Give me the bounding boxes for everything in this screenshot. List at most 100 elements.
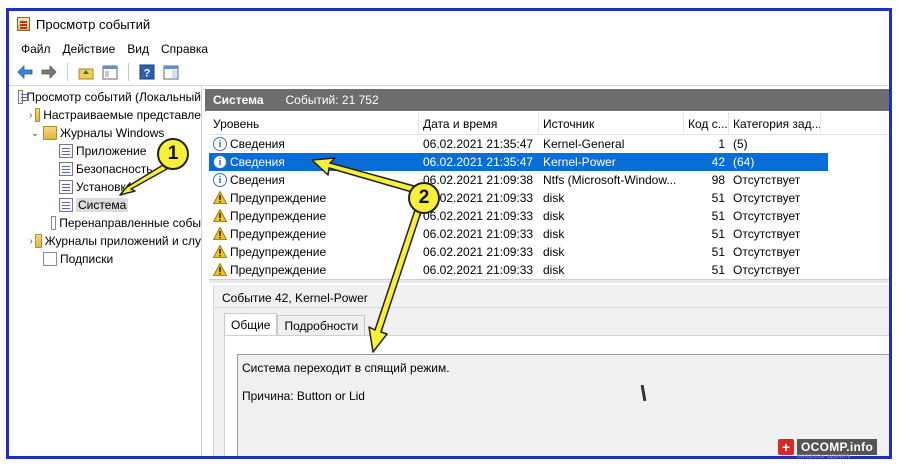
cell-date: 06.02.2021 21:35:47 <box>423 137 534 151</box>
detail-tabs: Общие Подробности <box>224 313 366 335</box>
table-row[interactable]: Предупреждение 06.02.2021 21:09:33 disk 51 О… <box>209 207 889 225</box>
log-header: Система Событий: 21 752 <box>205 89 889 111</box>
table-row[interactable]: Предупреждение 06.02.2021 21:09:33 disk 51 О… <box>209 261 889 279</box>
tree-item[interactable]: Подписки <box>9 250 201 268</box>
tree-item-label: Установка <box>76 180 133 194</box>
cell-level: Предупреждение <box>209 245 419 259</box>
table-row[interactable]: Предупреждение 06.02.2021 21:09:33 disk 51 О… <box>209 243 889 261</box>
window-frame: Просмотр событий Файл Действие Вид Справ… <box>6 8 892 459</box>
tab-general[interactable]: Общие <box>224 313 278 335</box>
cell-source: disk <box>543 191 565 205</box>
document-icon <box>43 252 57 266</box>
info-icon: i <box>213 173 227 187</box>
document-icon <box>50 216 57 230</box>
menu-file[interactable]: Файл <box>15 42 57 56</box>
svg-text:?: ? <box>144 68 151 80</box>
column-code[interactable]: Код с... <box>684 113 729 135</box>
menu-view[interactable]: Вид <box>121 42 155 56</box>
cell-source: disk <box>543 209 565 223</box>
log-icon <box>59 198 73 212</box>
watermark-subtext: вопросы админу <box>797 453 851 460</box>
cell-category: Отсутствует <box>733 173 801 187</box>
properties-icon[interactable] <box>100 62 120 82</box>
table-row[interactable]: i Сведения 06.02.2021 21:09:38 Ntfs (Micros… <box>209 171 889 189</box>
chevron-right-icon[interactable]: › <box>29 235 33 247</box>
tree-item[interactable]: Перенаправленные собы <box>9 214 201 232</box>
column-date[interactable]: Дата и время <box>419 113 539 135</box>
warning-icon <box>212 209 228 223</box>
back-arrow-icon[interactable] <box>15 62 35 82</box>
cell-category: Отсутствует <box>733 227 801 241</box>
cell-category: (5) <box>733 137 748 151</box>
info-icon: i <box>213 137 227 151</box>
chevron-right-icon[interactable]: › <box>29 109 33 121</box>
cell-level: Предупреждение <box>209 209 419 223</box>
cell-code: 51 <box>711 209 725 223</box>
column-source[interactable]: Источник <box>539 113 684 135</box>
folder-icon <box>43 126 57 140</box>
tree-item-label: Настраиваемые представле <box>43 108 201 122</box>
event-details-title: Событие 42, Kernel-Power <box>222 291 368 305</box>
watermark: + OCOMP.info вопросы админу <box>778 438 878 460</box>
event-message: Система переходит в спящий режим. <box>242 361 450 375</box>
tree-item-label: Подписки <box>60 252 114 266</box>
log-icon <box>59 180 73 194</box>
tree-item-label: Перенаправленные собы <box>59 216 201 230</box>
folder-icon <box>34 108 41 122</box>
toolbar: ? <box>9 60 889 84</box>
tab-details[interactable]: Подробности <box>277 315 366 335</box>
cell-code: 1 <box>718 137 725 151</box>
panel-icon[interactable] <box>161 62 181 82</box>
cell-category: Отсутствует <box>733 245 801 259</box>
table-row[interactable]: Предупреждение 06.02.2021 21:09:33 disk 51 О… <box>209 189 889 207</box>
tree-item-label: Журналы Windows <box>60 126 165 140</box>
pane-splitter[interactable] <box>209 279 889 283</box>
cell-code: 42 <box>711 155 725 169</box>
tree-item[interactable]: Система <box>9 196 201 214</box>
tree-item-label: Журналы приложений и слу <box>44 234 201 248</box>
cell-level: Предупреждение <box>209 263 419 277</box>
level-text: Предупреждение <box>230 227 327 241</box>
folder-up-icon[interactable] <box>76 62 96 82</box>
cell-date: 06.02.2021 21:09:38 <box>423 173 534 187</box>
cell-level: i Сведения <box>209 155 419 169</box>
cell-date: 06.02.2021 21:09:33 <box>423 227 534 241</box>
cell-level: i Сведения <box>209 137 419 151</box>
cell-source: disk <box>543 245 565 259</box>
tree-item[interactable]: › Журналы приложений и слу <box>9 232 201 250</box>
cell-level: i Сведения <box>209 173 419 187</box>
tree-item[interactable]: Просмотр событий (Локальный <box>9 88 201 106</box>
table-row[interactable]: i Сведения 06.02.2021 21:35:47 Kernel-Gener… <box>209 135 889 153</box>
menu-bar: Файл Действие Вид Справка <box>9 39 214 59</box>
events-table: Уровень Дата и время Источник Код с... К… <box>209 113 889 279</box>
tree-item[interactable]: Установка <box>9 178 201 196</box>
column-category[interactable]: Категория зад... <box>729 113 821 135</box>
cell-date: 06.02.2021 21:09:33 <box>423 209 534 223</box>
tree-item[interactable]: › Настраиваемые представле <box>9 106 201 124</box>
warning-icon <box>212 245 228 259</box>
warning-icon <box>212 191 228 205</box>
cell-date: 06.02.2021 21:09:33 <box>423 263 534 277</box>
chevron-down-icon[interactable]: ⌄ <box>29 127 41 139</box>
forward-arrow-icon[interactable] <box>39 62 59 82</box>
info-icon: i <box>213 155 227 169</box>
tree-item-label: Просмотр событий (Локальный <box>26 90 201 104</box>
cell-source: Kernel-General <box>543 137 625 151</box>
table-row[interactable]: i Сведения 06.02.2021 21:35:47 Kernel-Power… <box>209 153 828 171</box>
menu-help[interactable]: Справка <box>155 42 214 56</box>
table-row[interactable]: Предупреждение 06.02.2021 21:09:33 disk 51 О… <box>209 225 889 243</box>
cell-code: 51 <box>711 245 725 259</box>
log-icon <box>59 144 73 158</box>
toolbar-separator <box>128 63 129 81</box>
column-level[interactable]: Уровень <box>209 113 419 135</box>
cell-source: disk <box>543 263 565 277</box>
cell-source: Ntfs (Microsoft-Window... <box>543 173 677 187</box>
cell-level: Предупреждение <box>209 191 419 205</box>
help-icon[interactable]: ? <box>137 62 157 82</box>
menu-action[interactable]: Действие <box>57 42 122 56</box>
